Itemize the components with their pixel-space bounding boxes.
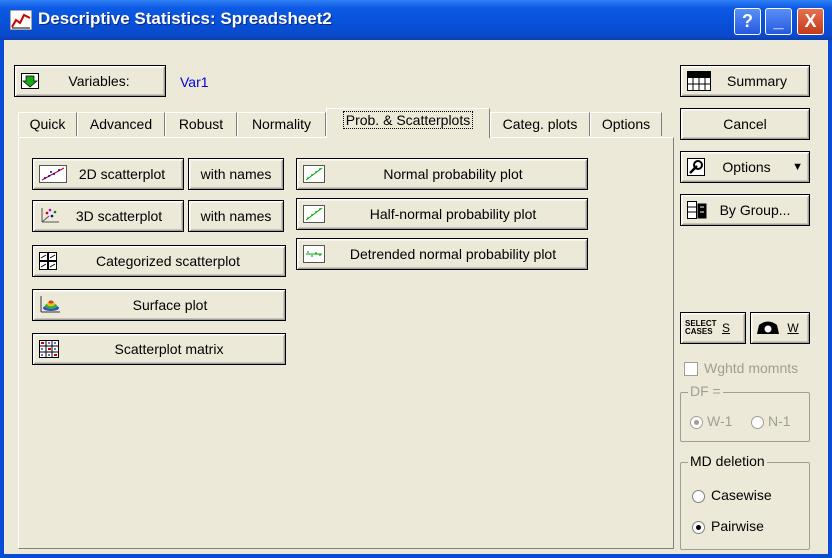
summary-icon bbox=[687, 71, 711, 91]
2d-scatterplot-icon bbox=[39, 165, 67, 183]
surface-plot-label: Surface plot bbox=[132, 297, 208, 313]
summary-label: Summary bbox=[727, 73, 787, 89]
cancel-label: Cancel bbox=[723, 116, 767, 132]
surface-plot-button[interactable]: Surface plot bbox=[32, 289, 286, 321]
close-icon: X bbox=[804, 11, 817, 31]
tab-prob-scatterplots[interactable]: Prob. & Scatterplots bbox=[326, 108, 490, 138]
2d-with-names-button[interactable]: with names bbox=[188, 158, 284, 190]
df-n1-label: N-1 bbox=[768, 413, 791, 429]
title-bar[interactable]: Descriptive Statistics: Spreadsheet2 ? _… bbox=[0, 0, 832, 40]
cancel-button[interactable]: Cancel bbox=[680, 108, 810, 140]
options-icon bbox=[687, 158, 705, 176]
2d-scatterplot-button[interactable]: 2D scatterplot bbox=[32, 158, 184, 190]
tab-prob-scatterplots-label: Prob. & Scatterplots bbox=[342, 111, 474, 129]
3d-scatterplot-button[interactable]: 3D scatterplot bbox=[32, 200, 184, 232]
pairwise-radio[interactable] bbox=[692, 521, 705, 534]
wghtd-momnts-checkbox[interactable] bbox=[684, 362, 698, 376]
minimize-icon: _ bbox=[773, 11, 784, 31]
df-w1-label: W-1 bbox=[707, 413, 733, 429]
half-normal-probability-plot-icon bbox=[303, 205, 325, 223]
casewise-label: Casewise bbox=[711, 487, 772, 503]
detrended-normal-probability-plot-button[interactable]: Detrended normal probability plot bbox=[296, 238, 588, 270]
options-label: Options bbox=[722, 159, 771, 175]
tab-normality[interactable]: Normality bbox=[237, 112, 326, 136]
weight-label: W bbox=[787, 321, 799, 335]
2d-with-names-label: with names bbox=[200, 166, 272, 182]
dialog-window: Descriptive Statistics: Spreadsheet2 ? _… bbox=[0, 0, 832, 558]
window-title: Descriptive Statistics: Spreadsheet2 bbox=[38, 9, 332, 28]
df-n1-radio[interactable] bbox=[751, 416, 764, 429]
variables-label: Variables: bbox=[68, 73, 130, 89]
help-icon: ? bbox=[742, 11, 753, 31]
normal-probability-plot-label: Normal probability plot bbox=[383, 166, 523, 182]
categorized-scatterplot-label: Categorized scatterplot bbox=[96, 253, 240, 269]
tab-advanced[interactable]: Advanced bbox=[77, 112, 165, 136]
2d-scatterplot-label: 2D scatterplot bbox=[78, 166, 166, 182]
categorized-scatterplot-button[interactable]: Categorized scatterplot bbox=[32, 245, 286, 277]
casewise-radio[interactable] bbox=[692, 490, 705, 503]
half-normal-probability-plot-label: Half-normal probability plot bbox=[369, 206, 537, 222]
half-normal-probability-plot-button[interactable]: Half-normal probability plot bbox=[296, 198, 588, 230]
select-cases-icon: SELECT CASES bbox=[685, 319, 717, 336]
tab-options[interactable]: Options bbox=[590, 112, 662, 136]
pairwise-label: Pairwise bbox=[711, 518, 764, 534]
tab-robust[interactable]: Robust bbox=[165, 112, 237, 136]
scatterplot-matrix-label: Scatterplot matrix bbox=[114, 341, 224, 357]
by-group-button[interactable]: By Group... bbox=[680, 194, 810, 226]
normal-probability-plot-button[interactable]: Normal probability plot bbox=[296, 158, 588, 190]
scatterplot-matrix-button[interactable]: Scatterplot matrix bbox=[32, 333, 286, 365]
df-group-title: DF = bbox=[688, 383, 723, 399]
detrended-normal-probability-plot-label: Detrended normal probability plot bbox=[349, 246, 557, 262]
weight-icon bbox=[757, 321, 779, 334]
help-button[interactable]: ? bbox=[734, 8, 761, 35]
wghtd-momnts-label: Wghtd momnts bbox=[704, 360, 799, 376]
df-w1-radio[interactable] bbox=[690, 416, 703, 429]
by-group-label: By Group... bbox=[719, 202, 791, 218]
close-button[interactable]: X bbox=[797, 8, 824, 35]
scatterplot-matrix-icon bbox=[39, 340, 59, 358]
variables-value: Var1 bbox=[180, 74, 209, 90]
chevron-down-icon: ▼ bbox=[792, 161, 803, 173]
by-group-icon bbox=[687, 201, 707, 219]
select-cases-button[interactable]: SELECT CASES S bbox=[680, 312, 746, 344]
categorized-scatterplot-icon bbox=[39, 252, 57, 270]
md-deletion-title: MD deletion bbox=[688, 453, 767, 469]
tab-quick[interactable]: Quick bbox=[18, 112, 77, 136]
variables-button[interactable]: Variables: bbox=[14, 65, 166, 97]
dialog-client-area: Variables: Var1 Quick Advanced Robust No… bbox=[4, 40, 828, 554]
select-cases-label: S bbox=[721, 321, 730, 335]
md-deletion-group bbox=[680, 462, 810, 550]
3d-with-names-button[interactable]: with names bbox=[188, 200, 284, 232]
3d-scatterplot-label: 3D scatterplot bbox=[75, 208, 163, 224]
normal-probability-plot-icon bbox=[303, 165, 325, 183]
3d-scatterplot-icon bbox=[41, 208, 59, 223]
options-button[interactable]: Options ▼ bbox=[680, 151, 810, 183]
variables-icon bbox=[21, 73, 39, 89]
summary-button[interactable]: Summary bbox=[680, 65, 810, 97]
3d-with-names-label: with names bbox=[200, 208, 272, 224]
detrended-normal-probability-plot-icon bbox=[303, 245, 325, 263]
surface-plot-icon bbox=[40, 296, 60, 313]
minimize-button[interactable]: _ bbox=[765, 8, 792, 35]
tab-categ-plots[interactable]: Categ. plots bbox=[490, 112, 590, 136]
weight-button[interactable]: W bbox=[750, 312, 810, 344]
statistics-app-icon bbox=[10, 10, 32, 30]
